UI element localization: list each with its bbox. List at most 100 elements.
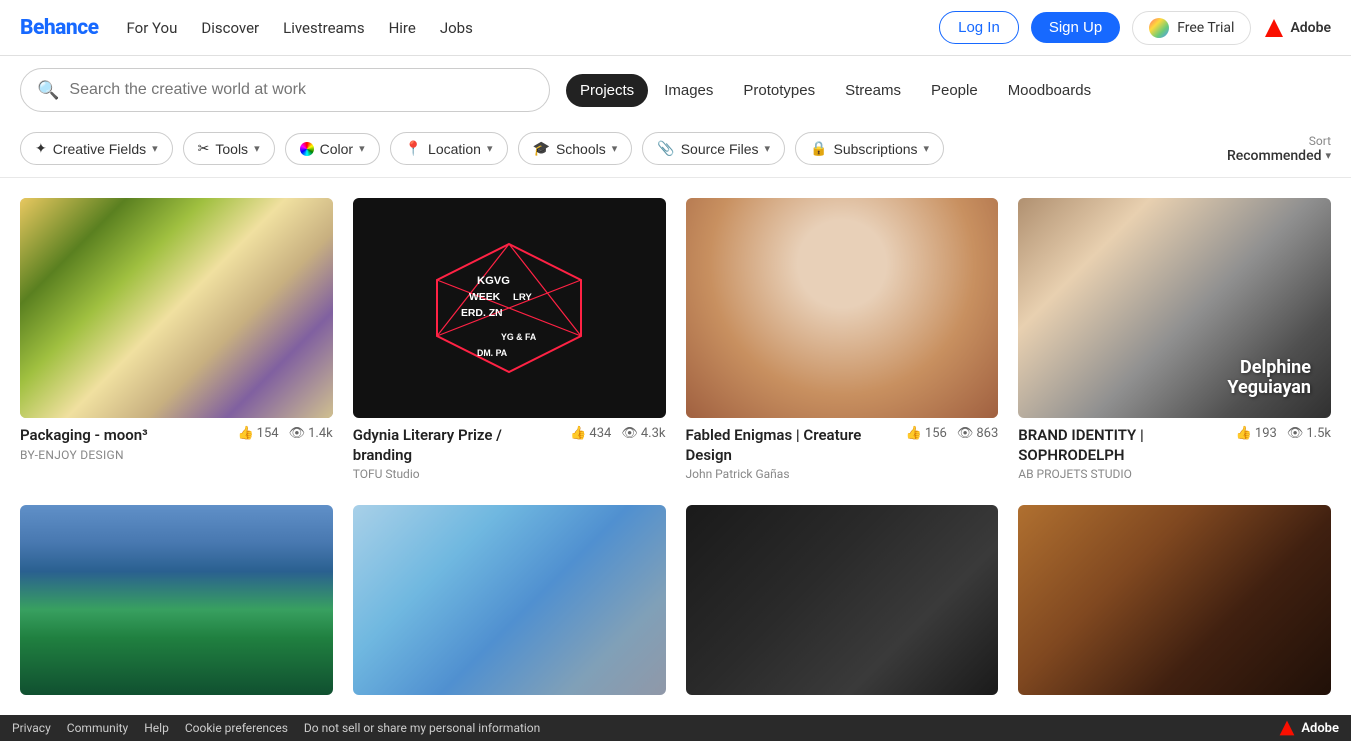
- schools-label: Schools: [556, 141, 606, 157]
- project-thumbnail-1: KGVG WEEK ERD. ZN LRY YG & FA DM. PA: [353, 198, 666, 418]
- tab-moodboards[interactable]: Moodboards: [994, 74, 1105, 107]
- sort-value: Recommended: [1227, 148, 1322, 164]
- view-icon-1: 👁: [621, 426, 638, 441]
- login-button[interactable]: Log In: [939, 11, 1019, 44]
- tab-people[interactable]: People: [917, 74, 992, 107]
- subscriptions-icon: 🔒: [810, 140, 827, 157]
- creative-fields-filter[interactable]: ✦ Creative Fields ▾: [20, 132, 173, 165]
- sort-label: Sort: [1309, 134, 1331, 148]
- tab-streams[interactable]: Streams: [831, 74, 915, 107]
- project-likes-1: 434: [589, 426, 611, 441]
- tools-filter[interactable]: ✂ Tools ▾: [183, 132, 275, 165]
- project-title-0: Packaging - moon³: [20, 426, 148, 446]
- subscriptions-filter[interactable]: 🔒 Subscriptions ▾: [795, 132, 944, 165]
- project-views-1: 4.3k: [641, 426, 666, 441]
- behance-logo[interactable]: Behance: [20, 16, 99, 40]
- svg-text:LRY: LRY: [513, 292, 532, 303]
- subscriptions-chevron: ▾: [924, 142, 930, 155]
- svg-text:KGVG: KGVG: [477, 275, 510, 287]
- signup-button[interactable]: Sign Up: [1031, 12, 1120, 43]
- color-filter[interactable]: Color ▾: [285, 133, 380, 165]
- project-likes-3: 193: [1255, 426, 1277, 441]
- footer-link-privacy[interactable]: Privacy: [12, 721, 51, 735]
- footer-adobe: Adobe: [1278, 719, 1339, 737]
- project-card-3[interactable]: Delphine Yeguiayan BRAND IDENTITY | SOPH…: [1018, 198, 1331, 485]
- free-trial-button[interactable]: Free Trial: [1132, 11, 1251, 45]
- creative-fields-icon: ✦: [35, 140, 47, 157]
- schools-icon: 🎓: [533, 140, 550, 157]
- project-thumbnail-7: [1018, 505, 1331, 695]
- project-card-1[interactable]: KGVG WEEK ERD. ZN LRY YG & FA DM. PA Gdy…: [353, 198, 666, 485]
- footer-adobe-icon: [1278, 719, 1296, 737]
- view-icon-0: 👁: [289, 426, 306, 441]
- sort-section: Sort Recommended ▾: [1227, 134, 1331, 164]
- project-card-7[interactable]: [1018, 505, 1331, 695]
- view-icon-2: 👁: [957, 426, 974, 441]
- footer-link-help[interactable]: Help: [144, 721, 169, 735]
- project-card-0[interactable]: Packaging - moon³ 👍 154 👁 1.4k BY-ENJOY …: [20, 198, 333, 485]
- footer-link-cookie[interactable]: Cookie preferences: [185, 721, 288, 735]
- tab-projects[interactable]: Projects: [566, 74, 648, 107]
- footer-link-community[interactable]: Community: [67, 721, 128, 735]
- status-bar: Privacy Community Help Cookie preference…: [0, 715, 1351, 741]
- creative-fields-label: Creative Fields: [53, 141, 146, 157]
- sort-dropdown[interactable]: Recommended ▾: [1227, 148, 1331, 164]
- projects-grid: Packaging - moon³ 👍 154 👁 1.4k BY-ENJOY …: [0, 178, 1351, 715]
- nav-discover[interactable]: Discover: [201, 19, 259, 37]
- source-files-filter[interactable]: 📎 Source Files ▾: [642, 132, 785, 165]
- project-author-0: BY-ENJOY DESIGN: [20, 448, 333, 462]
- free-trial-label: Free Trial: [1177, 20, 1234, 36]
- project-info-3: BRAND IDENTITY | SOPHRODELPH 👍 193 👁 1.5…: [1018, 418, 1331, 485]
- like-icon-2: 👍: [906, 426, 922, 441]
- project-thumbnail-4: [20, 505, 333, 695]
- search-input[interactable]: [69, 81, 533, 99]
- like-icon-1: 👍: [570, 426, 586, 441]
- tab-images[interactable]: Images: [650, 74, 727, 107]
- nav-for-you[interactable]: For You: [127, 19, 178, 37]
- tools-icon: ✂: [198, 140, 210, 157]
- nav-jobs[interactable]: Jobs: [440, 19, 473, 37]
- free-trial-icon: [1149, 18, 1169, 38]
- location-filter[interactable]: 📍 Location ▾: [390, 132, 508, 165]
- nav-hire[interactable]: Hire: [389, 19, 416, 37]
- tools-chevron: ▾: [254, 142, 260, 155]
- footer-links: Privacy Community Help Cookie preference…: [12, 721, 540, 735]
- project-views-0: 1.4k: [308, 426, 333, 441]
- svg-text:ERD. ZN: ERD. ZN: [461, 308, 503, 319]
- adobe-icon: [1263, 17, 1285, 39]
- nav-livestreams[interactable]: Livestreams: [283, 19, 364, 37]
- filter-bar: ✦ Creative Fields ▾ ✂ Tools ▾ Color ▾ 📍 …: [0, 120, 1351, 178]
- project-card-4[interactable]: [20, 505, 333, 695]
- location-label: Location: [428, 141, 481, 157]
- footer-link-privacy-sell[interactable]: Do not sell or share my personal informa…: [304, 721, 540, 735]
- search-icon: 🔍: [37, 80, 59, 101]
- like-icon-0: 👍: [237, 426, 253, 441]
- schools-chevron: ▾: [612, 142, 618, 155]
- svg-text:WEEK: WEEK: [469, 292, 501, 303]
- svg-text:DM. PA: DM. PA: [477, 348, 508, 358]
- color-chevron: ▾: [359, 142, 365, 155]
- project-info-0: Packaging - moon³ 👍 154 👁 1.4k BY-ENJOY …: [20, 418, 333, 466]
- color-label: Color: [320, 141, 353, 157]
- adobe-logo: Adobe: [1263, 17, 1331, 39]
- project-card-2[interactable]: Fabled Enigmas | Creature Design 👍 156 👁…: [686, 198, 999, 485]
- project-views-3: 1.5k: [1306, 426, 1331, 441]
- project-card-5[interactable]: [353, 505, 666, 695]
- schools-filter[interactable]: 🎓 Schools ▾: [518, 132, 633, 165]
- search-box[interactable]: 🔍: [20, 68, 550, 112]
- project-author-2: John Patrick Gañas: [686, 467, 999, 481]
- project-title-2: Fabled Enigmas | Creature Design: [686, 426, 898, 465]
- sort-chevron: ▾: [1325, 149, 1331, 162]
- view-icon-3: 👁: [1287, 426, 1304, 441]
- source-files-chevron: ▾: [765, 142, 771, 155]
- source-files-icon: 📎: [657, 140, 674, 157]
- project-thumbnail-6: [686, 505, 999, 695]
- project-info-2: Fabled Enigmas | Creature Design 👍 156 👁…: [686, 418, 999, 485]
- project-card-6[interactable]: [686, 505, 999, 695]
- project-likes-0: 154: [257, 426, 279, 441]
- project-thumbnail-5: [353, 505, 666, 695]
- tab-prototypes[interactable]: Prototypes: [729, 74, 829, 107]
- search-section: 🔍 Projects Images Prototypes Streams Peo…: [0, 56, 1351, 112]
- project-thumbnail-3: Delphine Yeguiayan: [1018, 198, 1331, 418]
- like-icon-3: 👍: [1236, 426, 1252, 441]
